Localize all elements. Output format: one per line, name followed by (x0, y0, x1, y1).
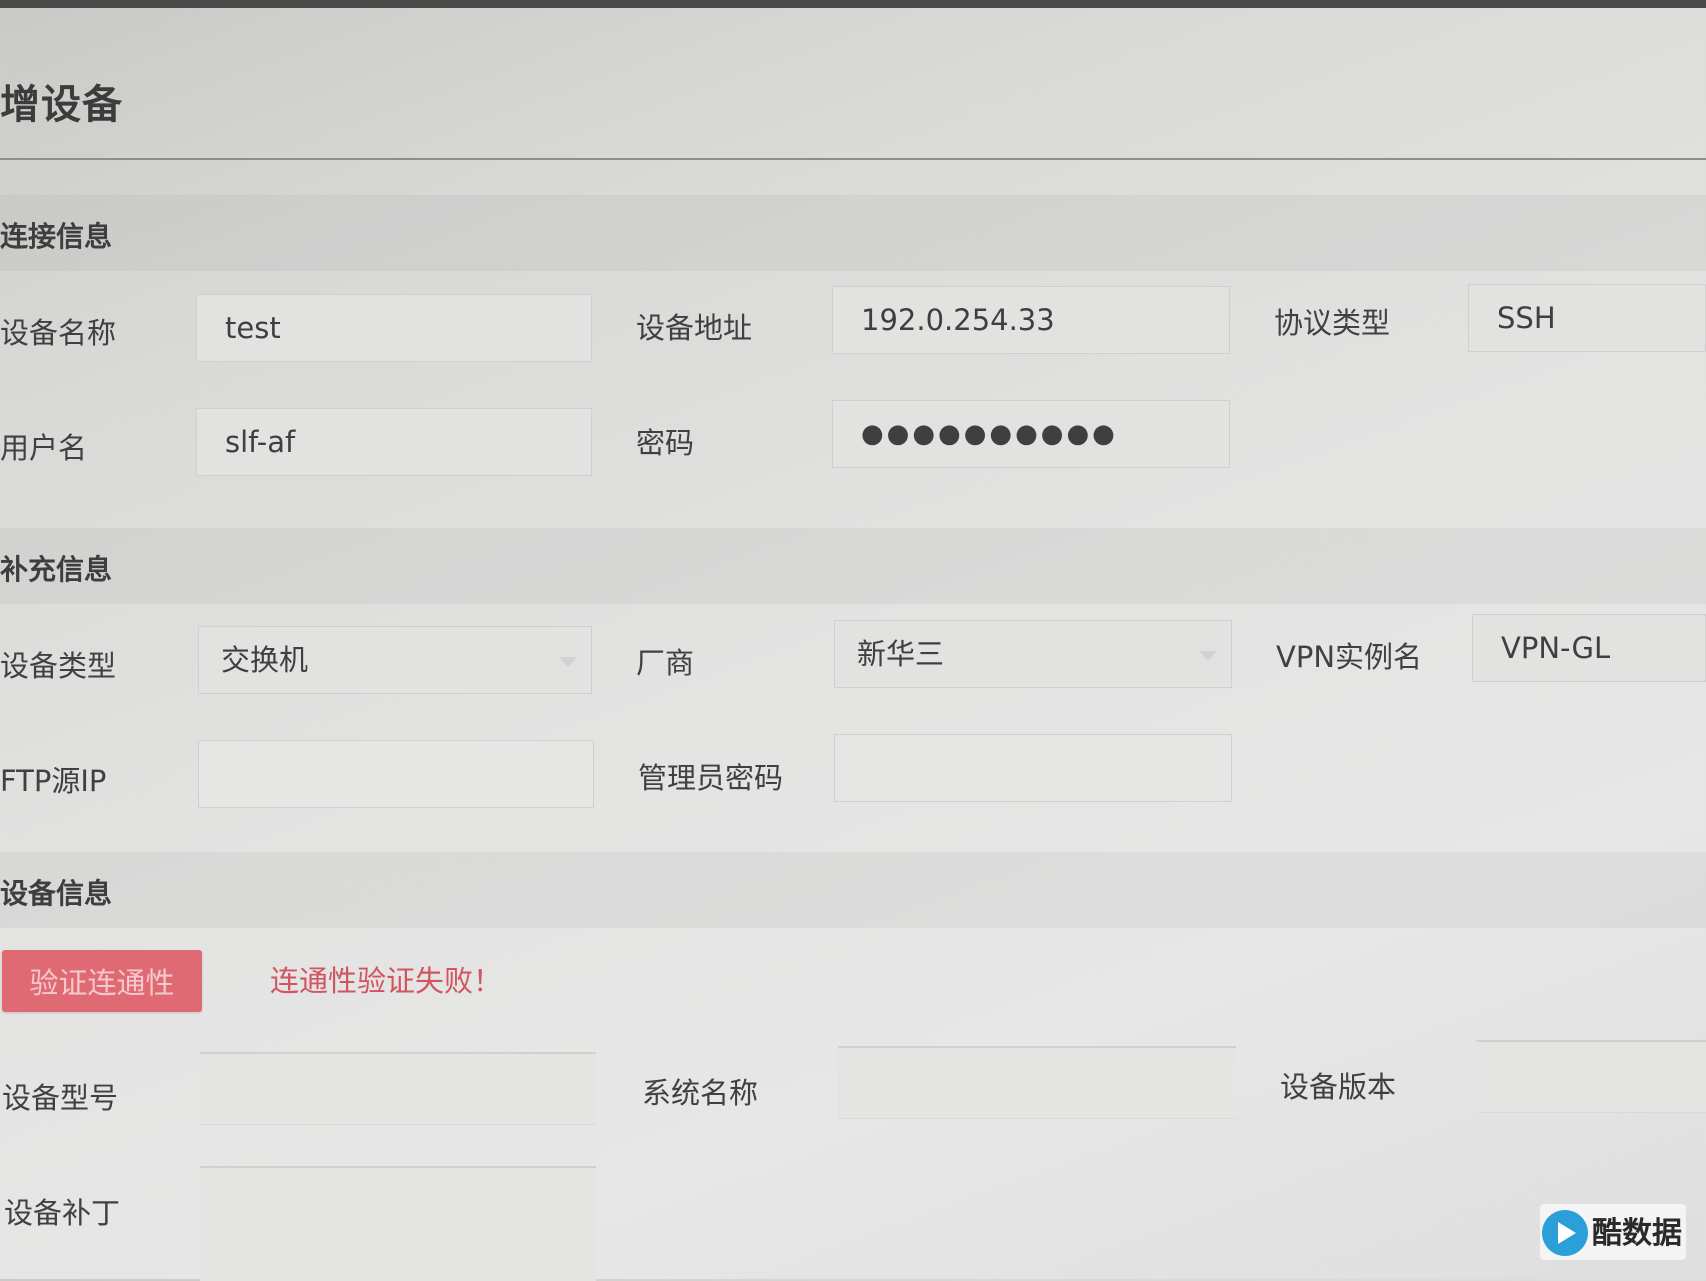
chevron-down-icon (559, 657, 577, 667)
watermark-text: 酷数据 (1592, 1216, 1682, 1251)
protocol-type-select[interactable]: SSH (1468, 284, 1706, 352)
watermark: 酷数据 (1540, 1204, 1686, 1260)
verify-connectivity-button[interactable]: 验证连通性 (2, 950, 202, 1012)
system-name-field[interactable] (838, 1046, 1236, 1119)
section-title-supplement: 补充信息 (0, 553, 113, 586)
top-bar (0, 0, 1706, 8)
device-address-input[interactable]: 192.0.254.33 (832, 286, 1230, 354)
admin-password-input[interactable] (834, 734, 1232, 802)
title-divider (0, 158, 1706, 160)
section-header-device-info: 设备信息 (0, 852, 1706, 928)
device-model-field[interactable] (200, 1052, 596, 1125)
vendor-label: 厂商 (636, 646, 695, 680)
system-name-label: 系统名称 (642, 1076, 759, 1110)
vpn-instance-input[interactable]: VPN-GL (1472, 614, 1706, 682)
device-type-select[interactable]: 交换机 (198, 626, 592, 694)
ftp-source-ip-label: FTP源IP (0, 764, 107, 798)
device-name-input[interactable]: test (196, 294, 592, 362)
device-type-label: 设备类型 (0, 649, 117, 683)
device-patch-label: 设备补丁 (4, 1196, 121, 1230)
section-header-supplement: 补充信息 (0, 528, 1706, 604)
vendor-select[interactable]: 新华三 (834, 620, 1232, 688)
chevron-down-icon (1199, 651, 1217, 661)
vpn-instance-label: VPN实例名 (1276, 640, 1423, 674)
device-name-label: 设备名称 (0, 316, 117, 350)
section-title-connection: 连接信息 (0, 220, 113, 253)
device-version-label: 设备版本 (1280, 1070, 1397, 1104)
section-header-connection: 连接信息 (0, 195, 1706, 271)
device-patch-field[interactable] (200, 1166, 596, 1281)
section-title-device-info: 设备信息 (0, 877, 113, 910)
device-address-label: 设备地址 (636, 311, 753, 345)
password-label: 密码 (636, 426, 695, 460)
device-version-field[interactable] (1476, 1040, 1706, 1113)
admin-password-label: 管理员密码 (638, 761, 784, 795)
connectivity-error-message: 连通性验证失败！ (270, 964, 503, 998)
vendor-value: 新华三 (857, 637, 945, 671)
play-logo-icon (1542, 1210, 1588, 1256)
page-title: 增设备 (0, 82, 123, 128)
ftp-source-ip-input[interactable] (198, 740, 594, 808)
device-type-value: 交换机 (221, 643, 309, 677)
password-input[interactable]: ●●●●●●●●●● (832, 400, 1230, 468)
username-label: 用户名 (0, 431, 88, 465)
device-model-label: 设备型号 (2, 1081, 119, 1115)
protocol-type-label: 协议类型 (1274, 306, 1391, 340)
username-input[interactable]: slf-af (196, 408, 592, 476)
